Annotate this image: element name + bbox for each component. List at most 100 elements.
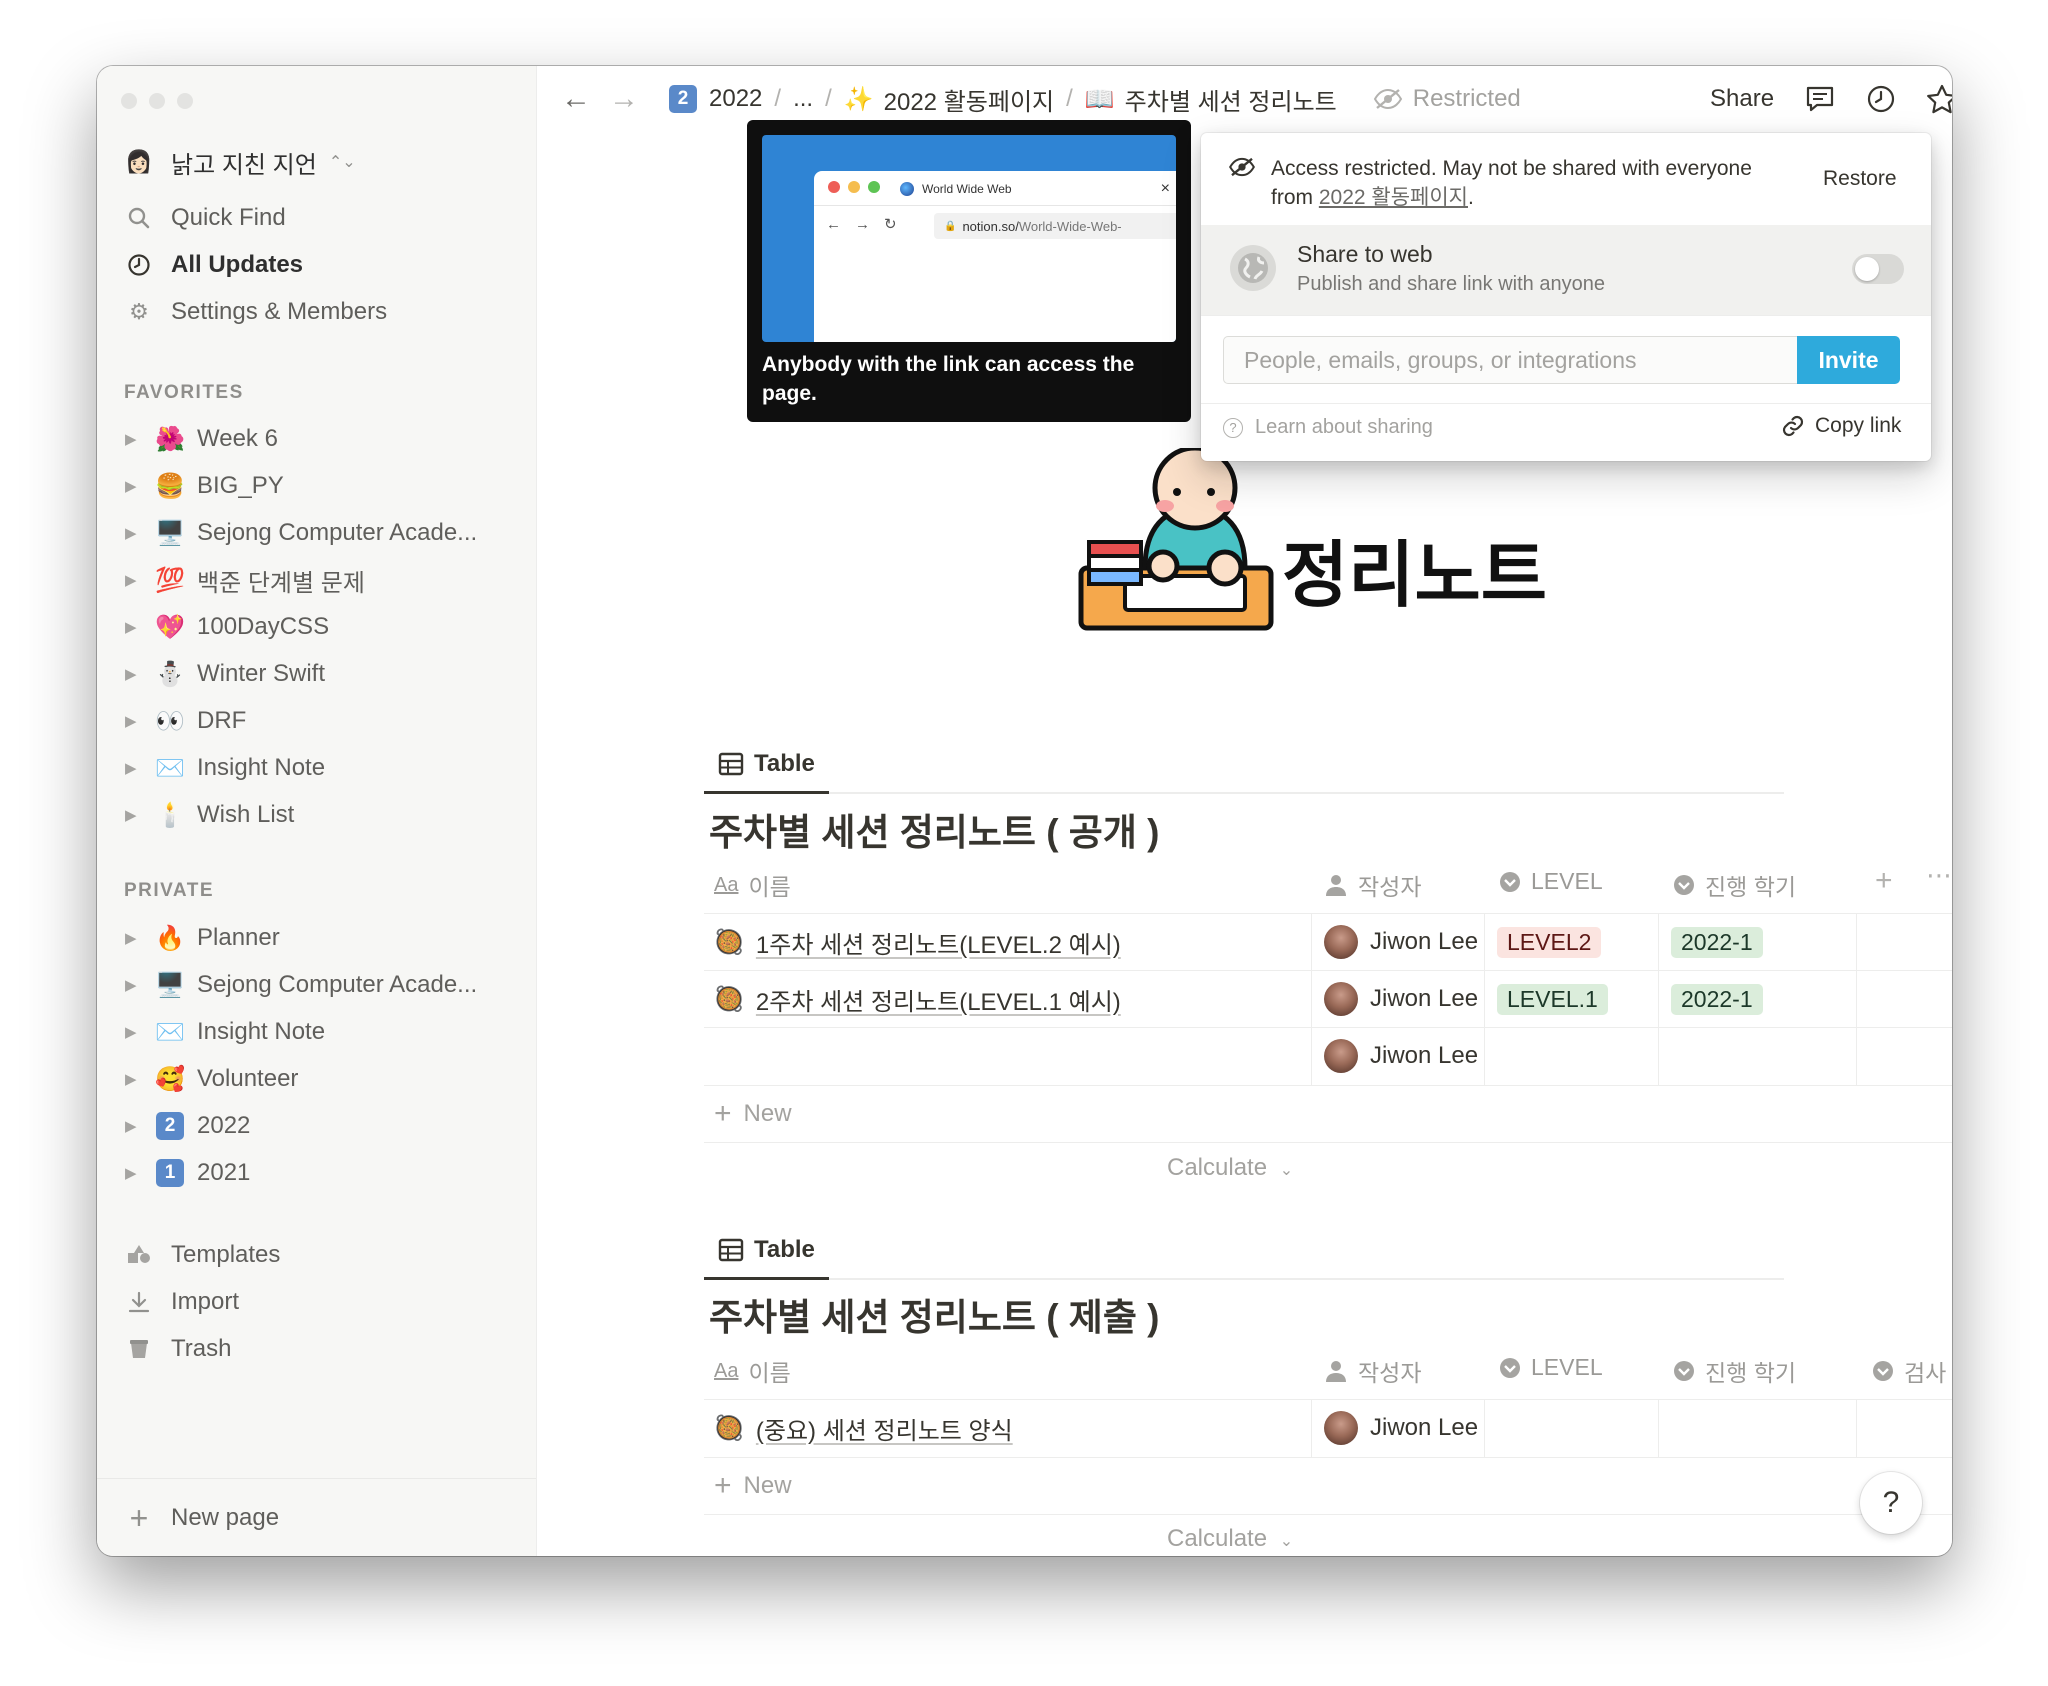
expand-caret-icon[interactable]: ▶ xyxy=(125,1117,139,1135)
breadcrumb-activity[interactable]: ✨ 2022 활동페이지 xyxy=(844,82,1054,117)
forward-arrow-icon[interactable]: → xyxy=(609,82,639,116)
workspace-switcher[interactable]: 👩🏻 낡고 지친 지언 ⌃⌄ xyxy=(125,140,516,184)
share-to-web-toggle[interactable] xyxy=(1852,254,1904,284)
minimize-traffic-light[interactable] xyxy=(149,93,165,109)
zoom-traffic-light[interactable] xyxy=(177,93,193,109)
author-cell[interactable]: Jiwon Lee xyxy=(1324,1408,1478,1448)
column-header-level[interactable]: LEVEL xyxy=(1499,868,1603,895)
table-col-border xyxy=(1484,913,1485,1085)
expand-caret-icon[interactable]: ▶ xyxy=(125,430,139,448)
copy-link-button[interactable]: Copy link xyxy=(1781,414,1901,438)
new-row-button[interactable]: + New xyxy=(714,1094,792,1134)
level-cell[interactable]: LEVEL.1 xyxy=(1497,979,1608,1019)
sidebar-page-item[interactable]: ▶ 🍔 BIG_PY xyxy=(125,464,516,508)
share-to-web-row[interactable]: Share to web Publish and share link with… xyxy=(1201,225,1931,315)
column-header-semester[interactable]: 진행 학기 xyxy=(1673,1354,1796,1388)
help-button[interactable]: ? xyxy=(1860,1472,1922,1534)
sidebar-page-item[interactable]: ▶ 💯 백준 단계별 문제 xyxy=(125,558,516,602)
expand-caret-icon[interactable]: ▶ xyxy=(125,1023,139,1041)
column-header-semester[interactable]: 진행 학기 xyxy=(1673,868,1796,902)
sidebar-item-all-updates[interactable]: All Updates xyxy=(125,243,516,287)
sidebar-page-item[interactable]: ▶ 🔥 Planner xyxy=(125,916,516,960)
sidebar-page-item[interactable]: ▶ 👀 DRF xyxy=(125,699,516,743)
pot-icon: 🥘 xyxy=(714,1414,744,1442)
sidebar-page-item[interactable]: ▶ 🥰 Volunteer xyxy=(125,1057,516,1101)
author-cell[interactable]: Jiwon Lee xyxy=(1324,1036,1478,1076)
sidebar-item-templates[interactable]: Templates xyxy=(125,1233,516,1277)
sidebar-page-item[interactable]: ▶ ⛄ Winter Swift xyxy=(125,652,516,696)
expand-caret-icon[interactable]: ▶ xyxy=(125,806,139,824)
sidebar-page-item[interactable]: ▶ ✉️ Insight Note xyxy=(125,746,516,790)
table-row[interactable]: 🥘 2주차 세션 정리노트(LEVEL.1 예시) xyxy=(714,979,1121,1019)
avatar xyxy=(1324,925,1358,959)
breadcrumb-2022[interactable]: 2 2022 xyxy=(669,85,762,113)
expand-caret-icon[interactable]: ▶ xyxy=(125,1164,139,1182)
sidebar-page-item[interactable]: ▶ 🖥️ Sejong Computer Acade... xyxy=(125,511,516,555)
expand-caret-icon[interactable]: ▶ xyxy=(125,571,139,589)
breadcrumb-current[interactable]: 📖 주차별 세션 정리노트 xyxy=(1085,82,1337,117)
semester-cell[interactable]: 2022-1 xyxy=(1671,922,1763,962)
sidebar-item-trash[interactable]: Trash xyxy=(125,1327,516,1371)
level-cell[interactable]: LEVEL2 xyxy=(1497,922,1602,962)
column-header-author[interactable]: 작성자 xyxy=(1324,1354,1421,1388)
author-cell[interactable]: Jiwon Lee xyxy=(1324,979,1478,1019)
sidebar-item-settings[interactable]: ⚙ Settings & Members xyxy=(125,290,516,334)
table-row-border xyxy=(704,1142,1952,1143)
expand-caret-icon[interactable]: ▶ xyxy=(125,759,139,777)
close-traffic-light[interactable] xyxy=(121,93,137,109)
updates-button[interactable] xyxy=(1864,66,1898,132)
sidebar-page-item[interactable]: ▶ 2 2022 xyxy=(125,1104,516,1148)
back-arrow-icon[interactable]: ← xyxy=(561,82,591,116)
column-label: LEVEL xyxy=(1531,868,1603,894)
calculate-button[interactable]: Calculate ⌄ xyxy=(1167,1525,1293,1553)
add-column-plus-icon[interactable]: + xyxy=(1875,864,1893,898)
column-header-author[interactable]: 작성자 xyxy=(1324,868,1421,902)
comments-button[interactable] xyxy=(1803,66,1837,132)
author-cell[interactable]: Jiwon Lee xyxy=(1324,922,1478,962)
column-more-icon[interactable]: ⋯ xyxy=(1926,860,1952,891)
page-emoji-icon: ⛄ xyxy=(155,660,185,688)
column-header-level[interactable]: LEVEL xyxy=(1499,1354,1603,1381)
invite-button[interactable]: Invite xyxy=(1797,336,1900,384)
column-header-check[interactable]: 검사 xyxy=(1872,1354,1952,1388)
new-page-button[interactable]: + New page xyxy=(125,1496,516,1540)
page-title[interactable]: 정리노트 xyxy=(1282,516,1547,621)
expand-caret-icon[interactable]: ▶ xyxy=(125,477,139,495)
clock-icon xyxy=(125,253,153,277)
share-button[interactable]: Share xyxy=(1710,66,1774,132)
table-row[interactable] xyxy=(714,1036,1294,1076)
tab-table[interactable]: Table xyxy=(704,1222,829,1280)
calculate-button[interactable]: Calculate ⌄ xyxy=(1167,1154,1293,1182)
column-header-name[interactable]: Aa 이름 xyxy=(714,1354,791,1388)
sidebar-item-import[interactable]: Import xyxy=(125,1280,516,1324)
sidebar-item-quick-find[interactable]: Quick Find xyxy=(125,196,516,240)
tab-table[interactable]: Table xyxy=(704,736,829,794)
sidebar-page-item[interactable]: ▶ 🖥️ Sejong Computer Acade... xyxy=(125,963,516,1007)
expand-caret-icon[interactable]: ▶ xyxy=(125,524,139,542)
restore-button[interactable]: Restore xyxy=(1823,167,1897,191)
expand-caret-icon[interactable]: ▶ xyxy=(125,712,139,730)
invite-input[interactable]: People, emails, groups, or integrations xyxy=(1223,336,1797,384)
expand-caret-icon[interactable]: ▶ xyxy=(125,618,139,636)
table-row[interactable]: 🥘 (중요) 세션 정리노트 양식 xyxy=(714,1408,1013,1448)
access-link[interactable]: 2022 활동페이지 xyxy=(1319,186,1468,209)
restricted-indicator[interactable]: Restricted xyxy=(1373,85,1521,113)
column-header-name[interactable]: Aa 이름 xyxy=(714,868,791,902)
semester-cell[interactable]: 2022-1 xyxy=(1671,979,1763,1019)
new-row-button[interactable]: + New xyxy=(714,1466,792,1506)
breadcrumb-ellipsis[interactable]: ... xyxy=(793,85,813,113)
sidebar-page-item[interactable]: ▶ 💖 100DayCSS xyxy=(125,605,516,649)
expand-caret-icon[interactable]: ▶ xyxy=(125,976,139,994)
favorite-button[interactable] xyxy=(1925,66,1952,132)
table-row[interactable]: 🥘 1주차 세션 정리노트(LEVEL.2 예시) xyxy=(714,922,1121,962)
database-title[interactable]: 주차별 세션 정리노트 ( 공개 ) xyxy=(709,802,1159,856)
expand-caret-icon[interactable]: ▶ xyxy=(125,665,139,683)
expand-caret-icon[interactable]: ▶ xyxy=(125,1070,139,1088)
sidebar-page-item[interactable]: ▶ 🕯️ Wish List xyxy=(125,793,516,837)
sidebar-page-item[interactable]: ▶ 1 2021 xyxy=(125,1151,516,1195)
database-title[interactable]: 주차별 세션 정리노트 ( 제출 ) xyxy=(709,1287,1159,1341)
learn-sharing-link[interactable]: ? Learn about sharing xyxy=(1223,416,1433,439)
sidebar-page-item[interactable]: ▶ 🌺 Week 6 xyxy=(125,417,516,461)
sidebar-page-item[interactable]: ▶ ✉️ Insight Note xyxy=(125,1010,516,1054)
expand-caret-icon[interactable]: ▶ xyxy=(125,929,139,947)
